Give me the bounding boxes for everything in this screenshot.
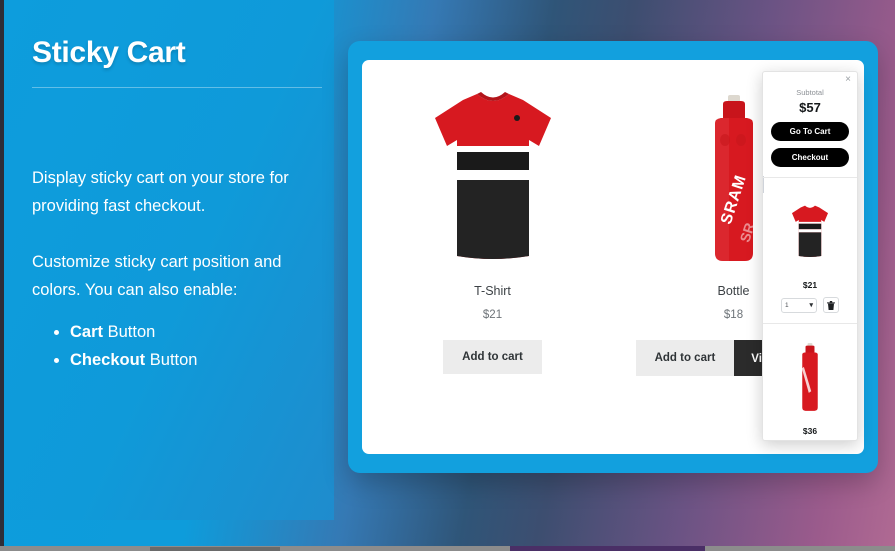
bottle-icon	[801, 343, 818, 411]
list-item-bold: Checkout	[70, 351, 146, 369]
product-price: $18	[723, 309, 744, 321]
tshirt-image	[372, 78, 613, 263]
checkout-button[interactable]: Checkout	[771, 148, 849, 167]
bottle-thumb	[771, 336, 849, 418]
cart-item-controls: 1 ▾	[771, 297, 849, 313]
product-name: T-Shirt	[474, 284, 511, 298]
bottle-icon: SRAM SR	[714, 95, 757, 261]
product-actions: Add to cart	[443, 340, 542, 374]
bottom-sliver-purple	[510, 546, 705, 551]
title-divider	[32, 87, 322, 88]
cart-drag-handle[interactable]	[763, 176, 764, 193]
hero-body: Display sticky cart on your store for pr…	[32, 164, 304, 374]
bottom-sliver	[0, 546, 895, 551]
list-item-bold: Cart	[70, 323, 104, 341]
list-item-rest: Button	[145, 351, 198, 369]
subtotal-value: $57	[799, 100, 821, 115]
page-title: Sticky Cart	[32, 36, 186, 69]
close-icon[interactable]: ×	[845, 75, 851, 85]
hero-paragraph-1: Display sticky cart on your store for pr…	[32, 169, 289, 215]
hero-paragraph-2: Customize sticky cart position and color…	[32, 253, 282, 299]
tshirt-icon	[434, 92, 551, 259]
remove-item-button[interactable]	[823, 297, 839, 313]
tshirt-thumb	[771, 190, 849, 272]
hero-panel: Sticky Cart Display sticky cart on your …	[4, 0, 334, 520]
cart-header: × Subtotal $57 Go To Cart Checkout	[763, 72, 857, 178]
go-to-cart-button[interactable]: Go To Cart	[771, 122, 849, 141]
product-name: Bottle	[717, 284, 750, 298]
hero-feature-list: Cart Button Checkout Button	[32, 318, 304, 374]
list-item: Cart Button	[70, 318, 304, 346]
quantity-select[interactable]: 1 ▾	[781, 297, 817, 313]
chevron-down-icon: ▾	[809, 302, 813, 309]
cart-item-price: $36	[802, 426, 818, 436]
quantity-value: 1	[785, 301, 789, 309]
cart-item-price: $21	[802, 280, 818, 290]
trash-icon	[827, 300, 835, 310]
list-item-rest: Button	[103, 323, 156, 341]
subtotal-label: Subtotal	[796, 88, 824, 97]
cart-line-item: $36 2 ▾	[763, 324, 857, 440]
add-to-cart-button[interactable]: Add to cart	[443, 340, 542, 374]
sticky-cart-panel: × Subtotal $57 Go To Cart Checkout $21 1…	[762, 71, 858, 441]
tshirt-icon	[791, 205, 829, 257]
cart-line-item: $21 1 ▾	[763, 178, 857, 324]
add-to-cart-button[interactable]: Add to cart	[635, 340, 735, 376]
product-card-tshirt: T-Shirt $21 Add to cart	[372, 78, 613, 454]
product-price: $21	[482, 309, 503, 321]
bottom-sliver-dark	[150, 547, 280, 551]
list-item: Checkout Button	[70, 346, 304, 374]
